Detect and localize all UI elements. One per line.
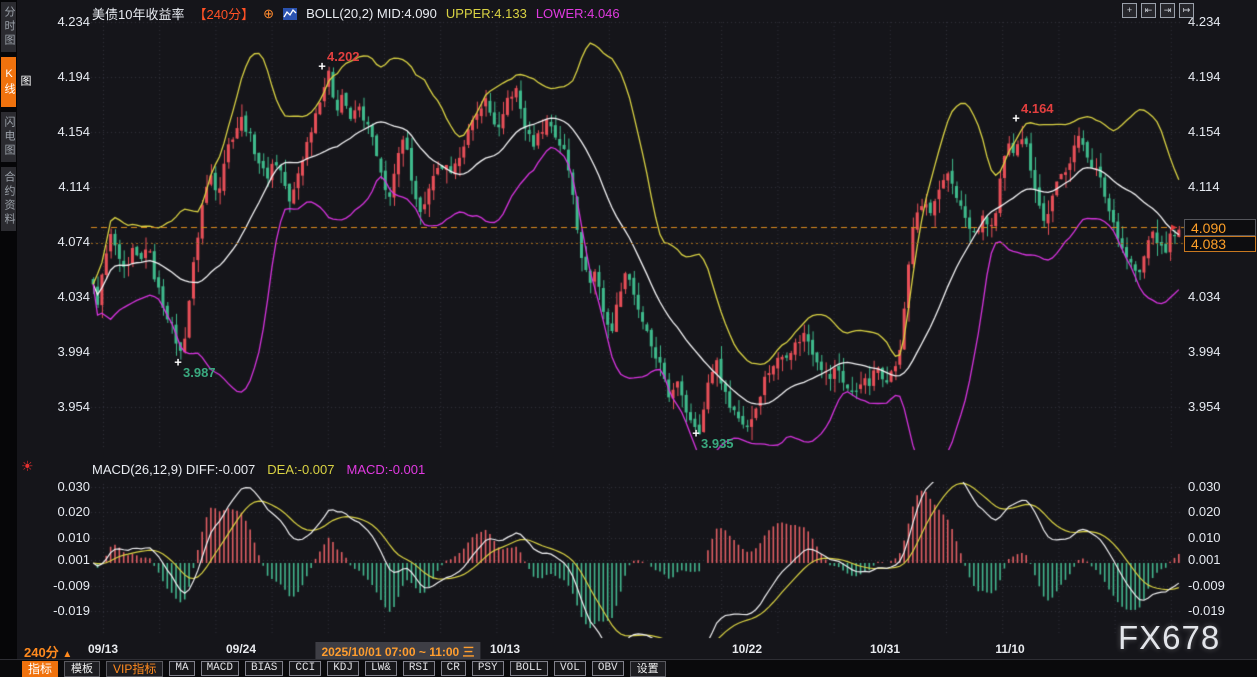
tab-kline-chart[interactable]: K线图	[1, 57, 16, 107]
x-axis-label: 11/10	[995, 642, 1024, 656]
macd-axis-label: -0.019	[1188, 604, 1248, 618]
x-axis-label: 09/24	[226, 642, 256, 656]
settings-button[interactable]: 设置	[630, 661, 666, 677]
template-button[interactable]: 模板	[64, 661, 100, 677]
tab-flash-chart[interactable]: 闪电图	[1, 112, 16, 162]
price-axis-label: 3.994	[1188, 345, 1248, 359]
mini-chart-icon	[283, 8, 297, 20]
macd-axis-label: -0.009	[1188, 579, 1248, 593]
pan-right-icon[interactable]: ↦	[1179, 3, 1194, 18]
ma-button[interactable]: MA	[169, 661, 194, 676]
macd-legend-dea: DEA:-0.007	[267, 462, 334, 477]
fx678-watermark: FX678	[1118, 619, 1220, 657]
price-axis-label: 4.074	[50, 235, 90, 249]
obv-button[interactable]: OBV	[592, 661, 624, 676]
boll-button[interactable]: BOLL	[510, 661, 548, 676]
rsi-button[interactable]: RSI	[403, 661, 435, 676]
tab-time-chart[interactable]: 分时图	[1, 2, 16, 52]
chart-canvas[interactable]	[0, 0, 1257, 677]
chart-toolbar-icons: + ⇤ ⇥ ↦	[1122, 3, 1194, 18]
marker-cross-icon: +	[1012, 111, 1020, 126]
macd-axis-label: 0.010	[1188, 531, 1248, 545]
kdj-button[interactable]: KDJ	[327, 661, 359, 676]
price-axis-label: 4.034	[1188, 290, 1248, 304]
boll-lower-legend: LOWER:4.046	[536, 6, 620, 21]
chart-header: 美债10年收益率 【240分】 ⊕ BOLL(20,2) MID:4.090 U…	[92, 4, 620, 23]
left-sidebar: 分时图 K线图闪电图合约资料	[0, 0, 17, 677]
boll-upper-legend: UPPER:4.133	[446, 6, 527, 21]
macd-axis-label: 0.001	[1188, 553, 1248, 567]
cr-button[interactable]: CR	[441, 661, 466, 676]
vip-indicator-button[interactable]: VIP指标	[106, 661, 163, 677]
bottom-toolbar: 指标模板 VIP指标 MA MACD BIAS CCI KDJ LW&RSI CR PSY BOLL…	[0, 659, 1257, 677]
price-axis-label: 4.194	[50, 70, 90, 84]
macd-axis-label: 0.030	[50, 480, 90, 494]
zoom-out-icon[interactable]: ⇤	[1141, 3, 1156, 18]
instrument-title: 美债10年收益率	[92, 4, 184, 23]
x-axis-label: 10/31	[870, 642, 900, 656]
price-axis-label: 4.154	[50, 125, 90, 139]
macd-legend-macd: MACD:-0.001	[346, 462, 425, 477]
x-axis-label: 10/13	[490, 642, 520, 656]
price-annotation: 3.935	[701, 436, 734, 451]
macd-axis-label: 0.010	[50, 531, 90, 545]
x-axis-label: 10/22	[732, 642, 762, 656]
macd-axis-label: 0.020	[50, 505, 90, 519]
price-axis-label: 4.114	[1188, 180, 1248, 194]
bias-button[interactable]: BIAS	[245, 661, 283, 676]
vol-button[interactable]: VOL	[554, 661, 586, 676]
macd-axis-label: -0.009	[50, 579, 90, 593]
boll-mid-price-tag: 4.090	[1184, 219, 1256, 236]
marker-cross-icon: +	[174, 354, 182, 369]
price-axis-label: 4.234	[1188, 15, 1248, 29]
cci-button[interactable]: CCI	[289, 661, 321, 676]
zoom-in-icon[interactable]: ⇥	[1160, 3, 1175, 18]
macd-legend: MACD(26,12,9) DIFF:-0.007 DEA:-0.007 MAC…	[92, 462, 425, 477]
marker-cross-icon: +	[692, 426, 700, 441]
macd-axis-label: -0.019	[50, 604, 90, 618]
price-axis-label: 3.954	[50, 400, 90, 414]
boll-legend: BOLL(20,2) MID:4.090	[306, 6, 437, 21]
price-annotation: 4.202	[327, 49, 360, 64]
psy-button[interactable]: PSY	[472, 661, 504, 676]
price-annotation: 3.987	[183, 365, 216, 380]
move-icon[interactable]: +	[1122, 3, 1137, 18]
price-axis-label: 4.234	[50, 15, 90, 29]
macd-axis-label: 0.001	[50, 553, 90, 567]
add-indicator-icon[interactable]: ⊕	[263, 6, 274, 22]
lwr-button[interactable]: LW&	[365, 661, 397, 676]
price-axis-label: 4.154	[1188, 125, 1248, 139]
price-axis-label: 4.034	[50, 290, 90, 304]
macd-axis-label: 0.020	[1188, 505, 1248, 519]
last-price-tag: 4.083	[1184, 236, 1256, 252]
period-label: 【240分】	[193, 4, 254, 23]
price-axis-label: 3.954	[1188, 400, 1248, 414]
price-axis-label: 3.994	[50, 345, 90, 359]
macd-legend-main: MACD(26,12,9) DIFF:-0.007	[92, 462, 255, 477]
marker-cross-icon: +	[318, 59, 326, 74]
indicator-button[interactable]: 指标	[22, 661, 58, 677]
macd-button[interactable]: MACD	[201, 661, 239, 676]
price-axis-label: 4.114	[50, 180, 90, 194]
x-axis-label: 09/13	[88, 642, 118, 656]
tab-contract-info[interactable]: 合约资料	[1, 167, 16, 231]
macd-axis-label: 0.030	[1188, 480, 1248, 494]
price-axis-label: 4.194	[1188, 70, 1248, 84]
live-dot-icon: ☀	[21, 458, 34, 475]
price-annotation: 4.164	[1021, 101, 1054, 116]
